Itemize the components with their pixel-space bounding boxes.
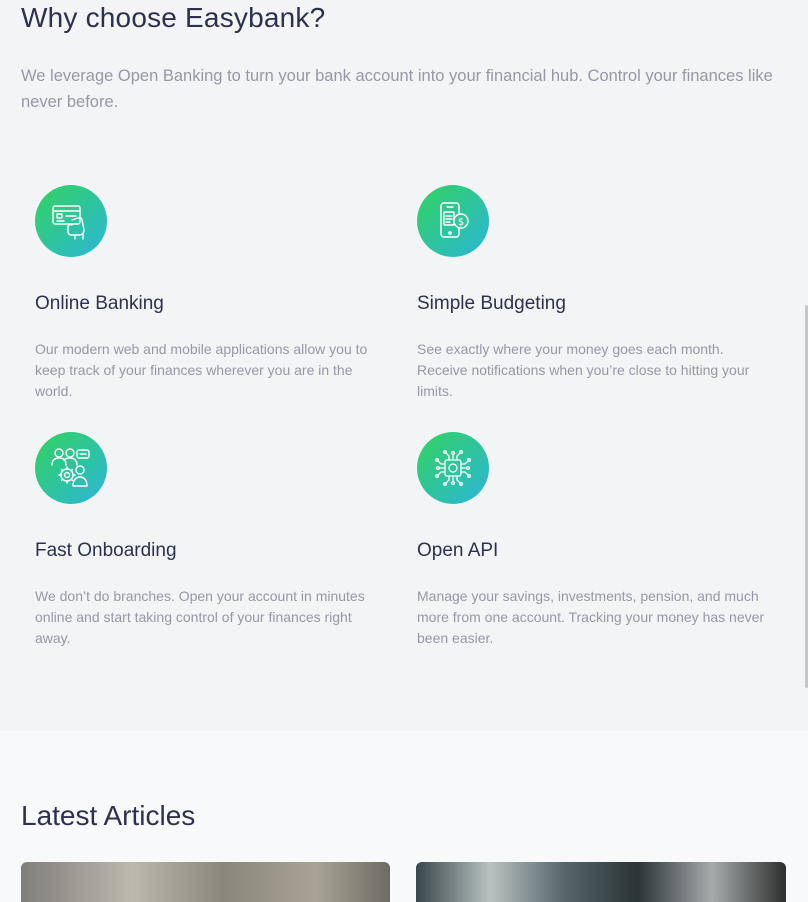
- articles-title: Latest Articles: [21, 800, 196, 831]
- feature-text: Our modern web and mobile applications a…: [35, 341, 368, 399]
- feature-title: Simple Budgeting: [417, 293, 566, 314]
- feature-title: Fast Onboarding: [35, 540, 177, 561]
- why-section: Why choose Easybank? We leverage Open Ba…: [0, 0, 808, 731]
- feature-title: Open API: [417, 540, 499, 561]
- onboarding-icon: [35, 432, 107, 504]
- article-card-image[interactable]: [21, 862, 390, 902]
- svg-text:$: $: [458, 217, 464, 228]
- api-icon: [417, 432, 489, 504]
- online-banking-icon: [35, 185, 107, 257]
- feature-text: Manage your savings, investments, pensio…: [417, 588, 765, 646]
- budgeting-icon: $: [417, 185, 489, 257]
- feature-text: We don’t do branches. Open your account …: [35, 588, 365, 646]
- feature-title: Online Banking: [35, 293, 164, 314]
- section-title: Why choose Easybank?: [21, 2, 326, 33]
- section-lead: We leverage Open Banking to turn your ba…: [21, 67, 773, 111]
- article-card-image[interactable]: [416, 862, 786, 902]
- feature-text: See exactly where your money goes each m…: [417, 341, 750, 399]
